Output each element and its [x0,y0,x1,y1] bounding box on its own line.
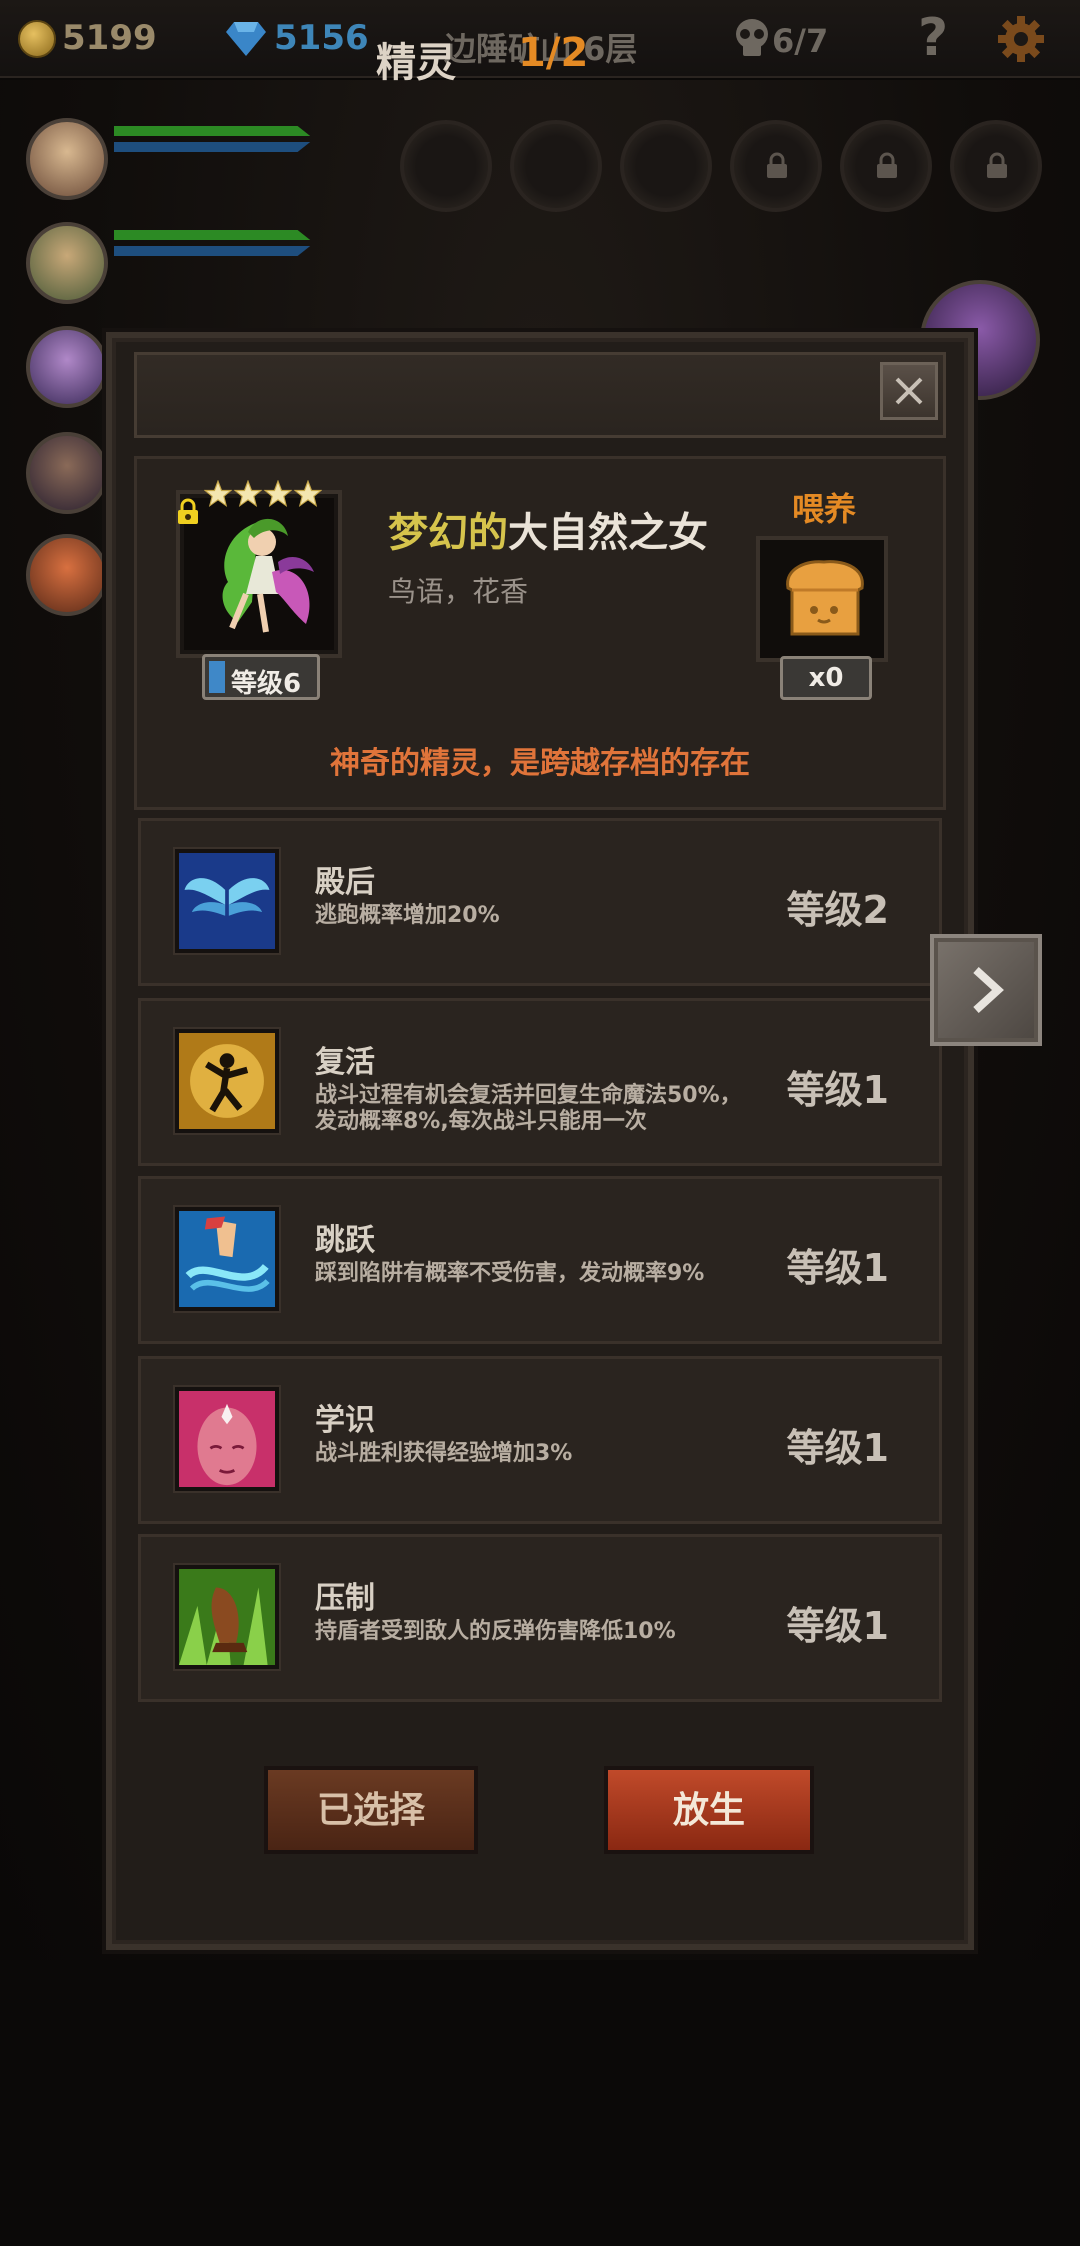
item-slot[interactable] [400,120,492,212]
feed-label: 喂养 [792,490,857,528]
wings-icon [175,849,279,953]
item-slot[interactable] [510,120,602,212]
skill-description: 战斗过程有机会复活并回复生命魔法50%，发动概率8%,每次战斗只能用一次 [315,1083,742,1134]
gold-coin-icon [18,20,56,58]
page-indicator: 1/2 [518,30,589,76]
skill-description: 战斗胜利获得经验增加3% [315,1441,573,1466]
skill-level: 等级1 [786,1604,889,1648]
star-icon [234,480,262,508]
fairy-description: 神奇的精灵，是跨越存档的存在 [330,746,750,781]
dialog-header [134,352,946,438]
hero-portrait[interactable] [26,118,108,200]
hero-portrait[interactable] [26,432,108,514]
hero-portrait[interactable] [26,222,108,304]
fairy-name-base: 大自然之女 [508,510,708,556]
hero-hp-bar [114,224,314,262]
hero-portrait[interactable] [26,534,108,616]
skill-level: 等级1 [786,1246,889,1290]
next-page-button[interactable] [930,934,1042,1046]
kill-counter: 6/7 [772,22,829,60]
dialog-title: 精灵 [376,40,456,86]
skill-name: 殿后 [315,865,375,900]
item-slot[interactable] [620,120,712,212]
selected-button[interactable]: 已选择 [264,1766,478,1854]
skill-description: 逃跑概率增加20% [315,903,500,928]
feed-button[interactable] [756,536,888,662]
feed-count: x0 [780,656,872,700]
skill-name: 跳跃 [315,1223,375,1258]
close-icon [895,377,923,405]
close-button[interactable] [880,362,938,420]
fairy-name: 梦幻的大自然之女 [388,500,708,558]
gold-amount: 5199 [62,18,157,58]
revive-icon [175,1029,279,1133]
item-slot-locked [730,120,822,212]
skull-icon [736,19,768,56]
lock-icon [987,152,1007,178]
help-icon[interactable]: ? [918,8,948,68]
item-slot-locked [950,120,1042,212]
star-icon [294,480,322,508]
fairy-level-badge: 等级6 [202,654,320,700]
rarity-stars [204,480,322,508]
lock-icon [767,152,787,178]
skill-row[interactable]: 学识 战斗胜利获得经验增加3% 等级1 [138,1356,942,1524]
skill-row[interactable]: 跳跃 踩到陷阱有概率不受伤害，发动概率9% 等级1 [138,1176,942,1344]
fairy-image [188,502,330,646]
star-icon [204,480,232,508]
skill-level: 等级2 [786,888,889,932]
item-slot-locked [840,120,932,212]
skill-name: 压制 [315,1581,375,1616]
diamond-icon [226,22,266,56]
fairy-name-prefix: 梦幻的 [388,510,508,556]
bread-icon [786,560,864,636]
hero-portrait[interactable] [26,326,108,408]
lock-icon[interactable] [176,498,200,526]
fairy-level: 等级6 [231,669,302,699]
release-button[interactable]: 放生 [604,1766,814,1854]
skill-description: 踩到陷阱有概率不受伤害，发动概率9% [315,1261,705,1286]
fairy-traits: 鸟语，花香 [388,575,529,608]
skill-level: 等级1 [786,1426,889,1470]
lock-icon [877,152,897,178]
skill-level: 等级1 [786,1068,889,1112]
gear-icon[interactable] [996,14,1046,64]
skill-name: 学识 [315,1403,375,1438]
fairy-portrait[interactable] [176,490,342,658]
star-icon [264,480,292,508]
skill-row[interactable]: 复活 战斗过程有机会复活并回复生命魔法50%，发动概率8%,每次战斗只能用一次 … [138,998,942,1166]
suppress-icon [175,1565,279,1669]
level-progress-bar [209,661,225,693]
knowledge-icon [175,1387,279,1491]
skill-description: 持盾者受到敌人的反弹伤害降低10% [315,1619,676,1644]
gem-amount: 5156 [274,18,369,58]
skill-row[interactable]: 殿后 逃跑概率增加20% 等级2 [138,818,942,986]
skill-row[interactable]: 压制 持盾者受到敌人的反弹伤害降低10% 等级1 [138,1534,942,1702]
chevron-right-icon [973,967,1004,1013]
jump-icon [175,1207,279,1311]
skill-name: 复活 [315,1045,375,1080]
hero-hp-bar [114,120,314,158]
